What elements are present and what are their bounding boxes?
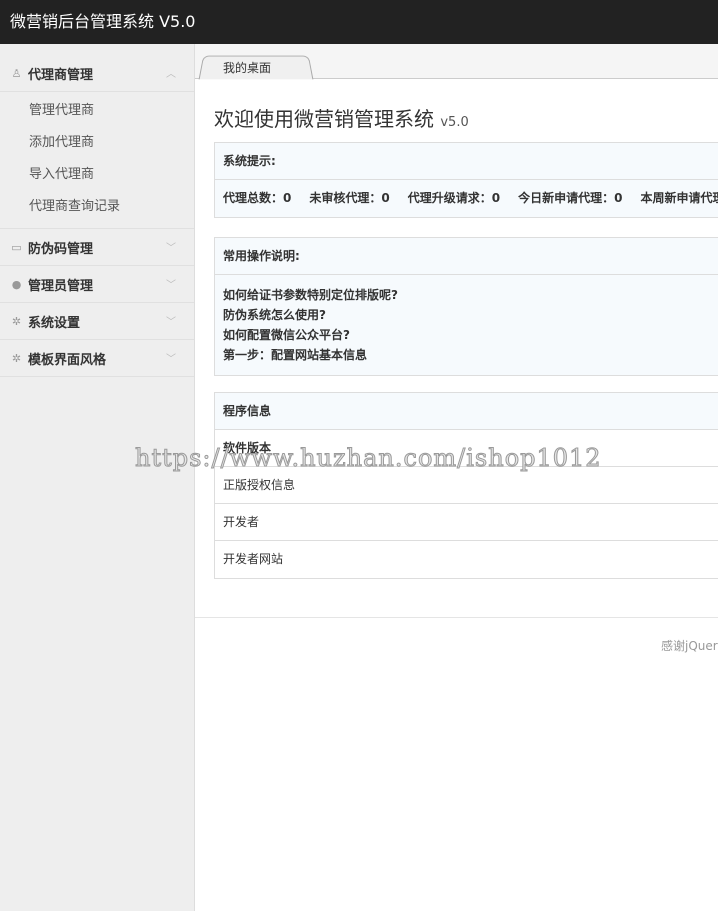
- menu-label: 系统设置: [28, 315, 81, 331]
- panel-heading: 系统提示:: [215, 143, 718, 180]
- info-row-developer: 开发者: [215, 504, 718, 541]
- panel-heading: 程序信息: [215, 393, 718, 430]
- image-icon: ▭: [11, 240, 22, 254]
- app-title: 微营销后台管理系统 V5.0: [0, 0, 718, 44]
- menu-admin-management[interactable]: ● 管理员管理 ﹀: [0, 266, 194, 303]
- title-text: 欢迎使用微营销管理系统: [214, 107, 434, 131]
- gear-icon: ✲: [11, 314, 22, 328]
- info-row-license: 正版授权信息: [215, 467, 718, 504]
- menu-label: 管理员管理: [28, 278, 94, 294]
- stat-today-new: 今日新申请代理：0: [518, 191, 623, 205]
- user-outline-icon: ♙: [11, 66, 22, 80]
- user-icon: ●: [11, 277, 22, 291]
- system-tips-panel: 系统提示: 代理总数：0 未审核代理：0 代理升级请求：0 今日新申请代理：0 本周新申…: [214, 142, 718, 218]
- gear-icon: ✲: [11, 351, 22, 365]
- help-link[interactable]: 如何配置微信公众平台?: [223, 325, 718, 345]
- menu-anticounterfeit[interactable]: ▭ 防伪码管理 ﹀: [0, 229, 194, 266]
- stat-total-agents: 代理总数：0: [223, 191, 292, 205]
- tab-bar: 我的桌面: [195, 44, 718, 80]
- chevron-down-icon: ﹀: [166, 280, 176, 291]
- chevron-down-icon: ﹀: [166, 354, 176, 365]
- help-link[interactable]: 第一步：配置网站基本信息: [223, 345, 718, 365]
- footer-divider: [195, 617, 718, 618]
- help-link[interactable]: 防伪系统怎么使用?: [223, 305, 718, 325]
- page-title: 欢迎使用微营销管理系统 v5.0: [214, 103, 469, 132]
- menu-system-settings[interactable]: ✲ 系统设置 ﹀: [0, 303, 194, 340]
- chevron-down-icon: ﹀: [166, 243, 176, 254]
- menu-label: 代理商管理: [28, 67, 94, 83]
- menu-item-import-agents[interactable]: 导入代理商: [0, 159, 194, 191]
- menu-template-style[interactable]: ✲ 模板界面风格 ﹀: [0, 340, 194, 377]
- info-row-developer-site: 开发者网站: [215, 541, 718, 578]
- program-info-panel: 程序信息 软件版本 正版授权信息 开发者 开发者网站: [214, 392, 718, 579]
- tab-desktop-label[interactable]: 我的桌面: [223, 59, 271, 76]
- chevron-down-icon: ﹀: [166, 317, 176, 328]
- stat-week-new: 本周新申请代理: [640, 191, 718, 205]
- menu-item-manage-agents[interactable]: 管理代理商: [0, 95, 194, 127]
- menu-agent-management[interactable]: ♙ 代理商管理 ︿: [0, 55, 194, 92]
- stats-row: 代理总数：0 未审核代理：0 代理升级请求：0 今日新申请代理：0 本周新申请代理: [215, 180, 718, 217]
- panel-heading: 常用操作说明:: [215, 238, 718, 275]
- sidebar: ♙ 代理商管理 ︿ 管理代理商 添加代理商 导入代理商 代理商查询记录 ▭ 防伪码管理…: [0, 44, 195, 911]
- stat-upgrade-requests: 代理升级请求：0: [407, 191, 501, 205]
- help-panel: 常用操作说明: 如何给证书参数特别定位排版呢? 防伪系统怎么使用? 如何配置微信…: [214, 237, 718, 376]
- chevron-up-icon: ︿: [166, 69, 176, 80]
- menu-item-agent-query-log[interactable]: 代理商查询记录: [0, 191, 194, 223]
- menu-label: 防伪码管理: [28, 241, 94, 257]
- footer-text: 感谢jQuery: [661, 639, 718, 653]
- menu-label: 模板界面风格: [28, 352, 107, 368]
- version-label: v5.0: [440, 115, 469, 130]
- help-link[interactable]: 如何给证书参数特别定位排版呢?: [223, 285, 718, 305]
- stat-unreviewed: 未审核代理：0: [309, 191, 390, 205]
- menu-item-add-agent[interactable]: 添加代理商: [0, 127, 194, 159]
- watermark: https://www.huzhan.com/ishop1012: [135, 444, 602, 473]
